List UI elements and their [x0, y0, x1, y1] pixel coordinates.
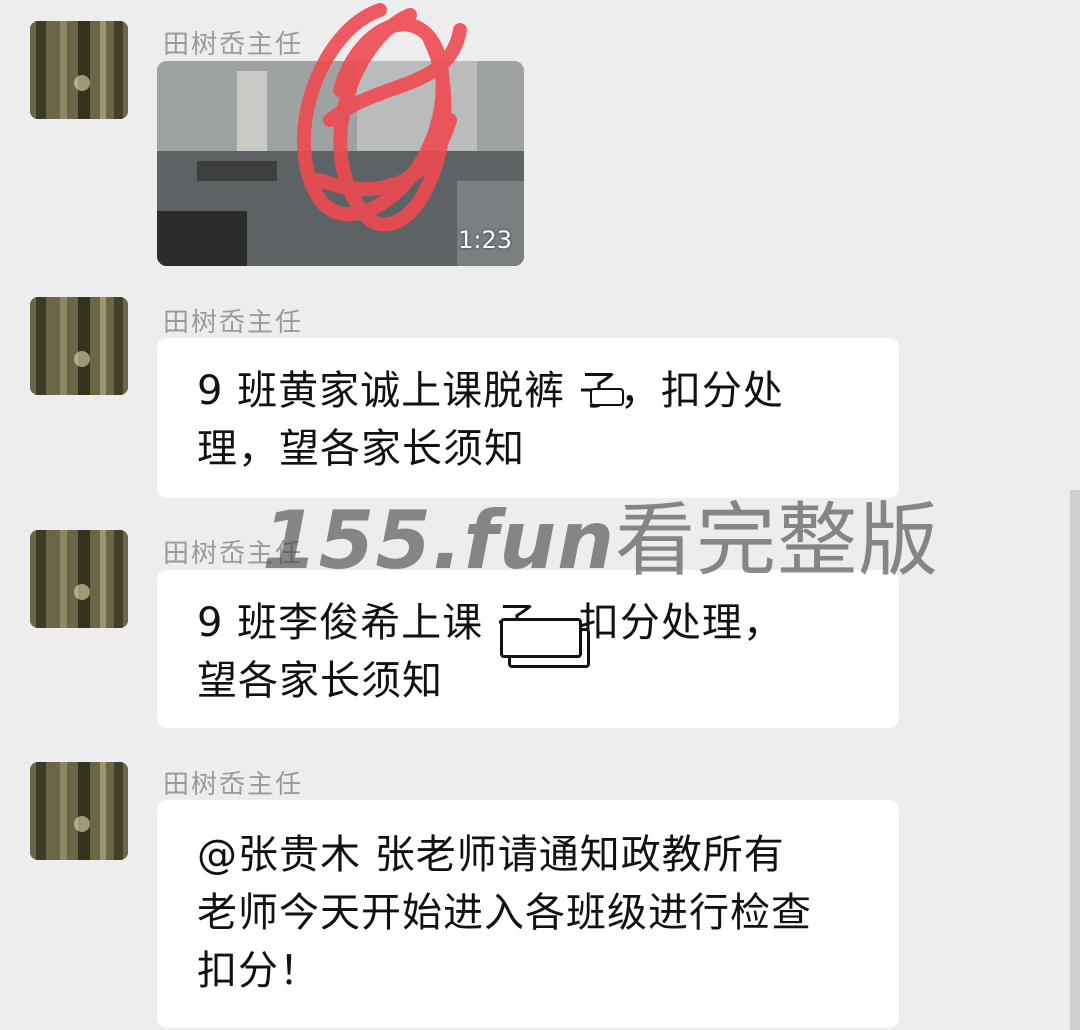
scrollbar[interactable] — [1070, 490, 1080, 1030]
forest-avatar-icon — [30, 762, 128, 860]
sender-avatar[interactable] — [30, 297, 128, 395]
redaction-box — [500, 618, 582, 658]
video-message[interactable]: 1:23 — [157, 61, 524, 266]
chat-window: 田树岙主任 1:23 田树岙主任 9 班黄家诚上课脱裤 子，扣分处 理，望各家长… — [0, 0, 1080, 1030]
message-line: 老师今天开始进入各班级进行检查 — [197, 890, 812, 936]
message-line: 理，望各家长须知 — [197, 426, 525, 472]
forest-avatar-icon — [30, 530, 128, 628]
sender-name: 田树岙主任 — [163, 308, 304, 338]
sender-avatar[interactable] — [30, 530, 128, 628]
message-bubble[interactable]: @张贵木 张老师请通知政教所有 老师今天开始进入各班级进行检查 扣分！ — [157, 800, 899, 1028]
message-line: @张贵木 张老师请通知政教所有 — [197, 832, 785, 878]
sender-name: 田树岙主任 — [163, 30, 304, 60]
video-duration: 1:23 — [458, 226, 512, 254]
message-bubble[interactable]: 9 班黄家诚上课脱裤 子，扣分处 理，望各家长须知 — [157, 338, 899, 498]
watermark-text: 看完整版 — [615, 494, 940, 587]
sender-avatar[interactable] — [30, 21, 128, 119]
forest-avatar-icon — [30, 297, 128, 395]
sender-name: 田树岙主任 — [163, 770, 304, 800]
watermark: 155.fun看完整版 — [262, 476, 939, 592]
message-line: 扣分！ — [197, 948, 320, 994]
sender-avatar[interactable] — [30, 762, 128, 860]
redaction-box — [590, 388, 624, 406]
watermark-domain: 155.fun — [262, 494, 616, 587]
message-line: 9 班黄家诚上课脱裤 子，扣分处 — [197, 368, 784, 414]
forest-avatar-icon — [30, 21, 128, 119]
